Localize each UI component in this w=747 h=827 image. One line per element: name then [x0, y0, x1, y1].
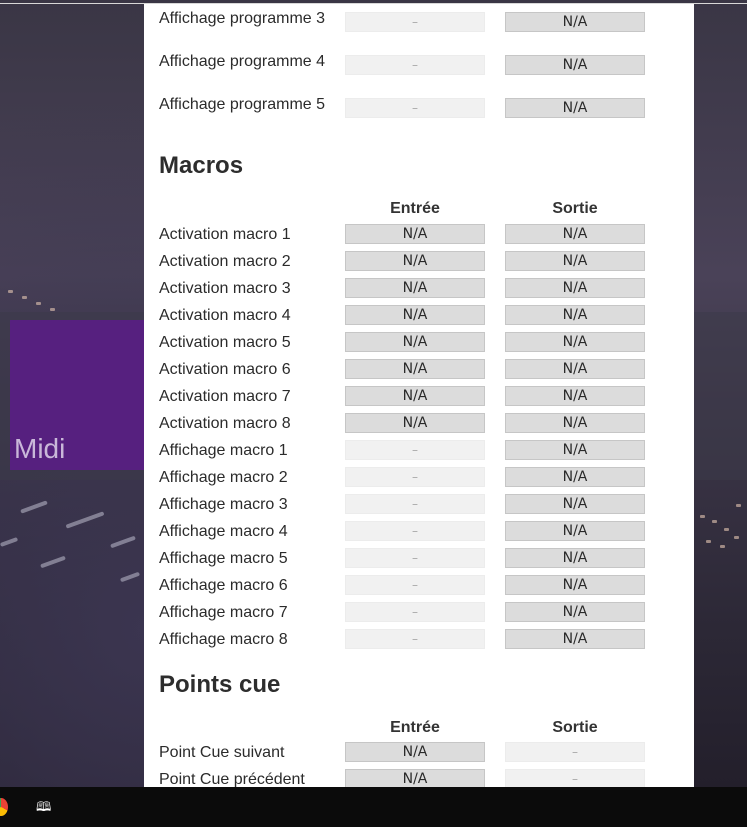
output-value[interactable]: N/A — [505, 494, 645, 514]
row-label: Affichage macro 4 — [159, 523, 288, 540]
background-dot — [724, 528, 729, 531]
row-label: Activation macro 6 — [159, 361, 291, 378]
midi-mapping-panel: Affichage programme 3 – N/A Affichage pr… — [144, 4, 694, 787]
input-value[interactable]: N/A — [345, 359, 485, 379]
output-value[interactable]: N/A — [505, 12, 645, 32]
row-label: Affichage programme 5 — [159, 96, 326, 113]
output-value[interactable]: N/A — [505, 332, 645, 352]
row-label: Affichage macro 5 — [159, 550, 288, 567]
background-streak — [40, 555, 66, 569]
input-value: – — [345, 467, 485, 487]
row-label: Affichage macro 6 — [159, 577, 288, 594]
output-value[interactable]: N/A — [505, 305, 645, 325]
output-value[interactable]: N/A — [505, 413, 645, 433]
output-value[interactable]: N/A — [505, 575, 645, 595]
output-value[interactable]: N/A — [505, 251, 645, 271]
background-dot — [8, 290, 13, 293]
output-value[interactable]: N/A — [505, 278, 645, 298]
taskbar — [0, 787, 747, 827]
input-value[interactable]: N/A — [345, 742, 485, 762]
column-header-input: Entrée — [390, 200, 440, 217]
row-label: Affichage programme 3 — [159, 10, 326, 27]
output-value[interactable]: N/A — [505, 629, 645, 649]
input-value[interactable]: N/A — [345, 332, 485, 352]
input-value: – — [345, 548, 485, 568]
row-label: Point Cue précédent — [159, 771, 305, 787]
input-value[interactable]: N/A — [345, 769, 485, 787]
background-streak — [119, 571, 141, 583]
background-dot — [706, 540, 711, 543]
input-value: – — [345, 12, 485, 32]
input-value: – — [345, 440, 485, 460]
row-label: Activation macro 8 — [159, 415, 291, 432]
output-value[interactable]: N/A — [505, 440, 645, 460]
section-title-macros: Macros — [159, 152, 244, 179]
input-value: – — [345, 575, 485, 595]
row-label: Affichage macro 3 — [159, 496, 288, 513]
input-value[interactable]: N/A — [345, 386, 485, 406]
input-value: – — [345, 494, 485, 514]
background-streak — [0, 537, 19, 547]
background-streak — [65, 511, 105, 529]
output-value[interactable]: N/A — [505, 467, 645, 487]
output-value[interactable]: N/A — [505, 521, 645, 541]
output-value[interactable]: N/A — [505, 359, 645, 379]
background-dot — [36, 302, 41, 305]
background-dot — [22, 296, 27, 299]
row-label: Affichage macro 8 — [159, 631, 288, 648]
row-label: Activation macro 5 — [159, 334, 291, 351]
background-dot — [734, 536, 739, 539]
row-label: Affichage macro 1 — [159, 442, 288, 459]
output-value[interactable]: N/A — [505, 55, 645, 75]
input-value: – — [345, 629, 485, 649]
column-header-input: Entrée — [390, 719, 440, 736]
input-value: – — [345, 98, 485, 118]
input-value[interactable]: N/A — [345, 251, 485, 271]
row-label: Affichage programme 4 — [159, 53, 326, 70]
output-value: – — [505, 769, 645, 787]
background-dot — [50, 308, 55, 311]
output-value[interactable]: N/A — [505, 548, 645, 568]
row-label: Activation macro 3 — [159, 280, 291, 297]
row-label: Activation macro 7 — [159, 388, 291, 405]
row-label: Affichage macro 2 — [159, 469, 288, 486]
input-value[interactable]: N/A — [345, 224, 485, 244]
input-value: – — [345, 521, 485, 541]
background-streak — [20, 500, 48, 514]
background-streak — [110, 535, 136, 549]
midi-tile-label: Midi — [14, 433, 66, 464]
background-dot — [712, 520, 717, 523]
row-label: Point Cue suivant — [159, 744, 285, 761]
background-dot — [736, 504, 741, 507]
row-label: Activation macro 2 — [159, 253, 291, 270]
output-value[interactable]: N/A — [505, 386, 645, 406]
section-title-cues: Points cue — [159, 671, 281, 698]
row-label: Activation macro 4 — [159, 307, 291, 324]
row-label: Affichage macro 7 — [159, 604, 288, 621]
output-value[interactable]: N/A — [505, 224, 645, 244]
input-value[interactable]: N/A — [345, 413, 485, 433]
input-value: – — [345, 602, 485, 622]
background-dot — [700, 515, 705, 518]
column-header-output: Sortie — [552, 719, 598, 736]
background-dot — [720, 545, 725, 548]
book-icon[interactable]: 🕮 — [36, 801, 51, 814]
row-label: Activation macro 1 — [159, 226, 291, 243]
input-value[interactable]: N/A — [345, 278, 485, 298]
output-value[interactable]: N/A — [505, 602, 645, 622]
input-value: – — [345, 55, 485, 75]
output-value[interactable]: N/A — [505, 98, 645, 118]
column-header-output: Sortie — [552, 200, 598, 217]
input-value[interactable]: N/A — [345, 305, 485, 325]
output-value: – — [505, 742, 645, 762]
